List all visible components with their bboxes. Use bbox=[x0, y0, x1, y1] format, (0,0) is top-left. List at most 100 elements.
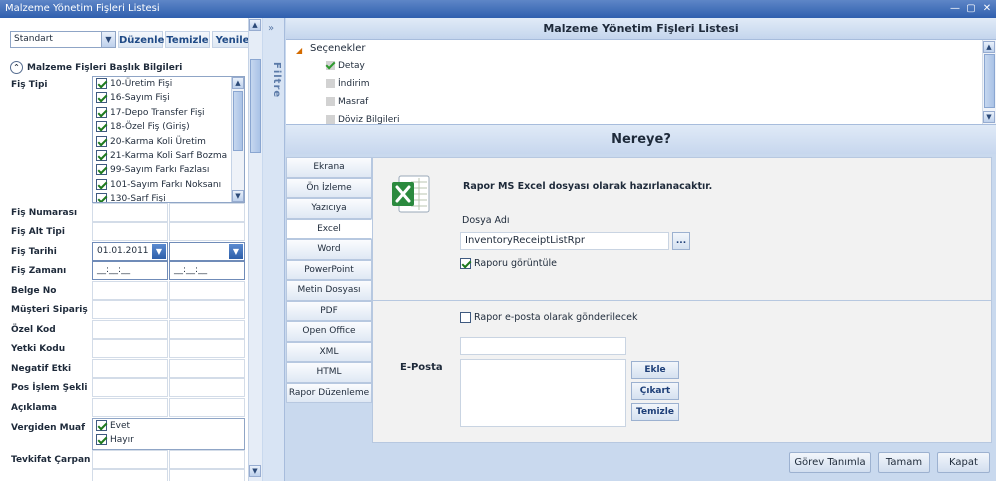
fis-tipi-list[interactable]: 10-Üretim Fişi 16-Sayım Fişi 17-Depo Trans… bbox=[92, 76, 245, 203]
checkbox-checked-icon[interactable] bbox=[96, 92, 107, 104]
list-item[interactable]: 99-Sayım Farkı Fazlası bbox=[93, 163, 244, 177]
checkbox-checked-icon[interactable] bbox=[96, 178, 107, 190]
collapse-icon[interactable]: ⌃ bbox=[10, 61, 23, 74]
scroll-thumb[interactable] bbox=[250, 59, 261, 153]
fis-tarihi-to[interactable]: ▼ bbox=[169, 242, 245, 261]
ozel-kod-from[interactable] bbox=[92, 320, 168, 339]
belge-no-from[interactable] bbox=[92, 281, 168, 300]
email-option[interactable]: Rapor e-posta olarak gönderilecek bbox=[460, 312, 637, 323]
fis-tipi-scrollbar[interactable]: ▲ ▼ bbox=[231, 77, 244, 202]
list-item[interactable]: 18-Özel Fiş (Giriş) bbox=[93, 120, 244, 134]
checkbox-unchecked-icon[interactable] bbox=[326, 79, 335, 88]
checkbox-checked-icon[interactable] bbox=[96, 164, 107, 176]
checkbox-unchecked-icon[interactable] bbox=[460, 312, 471, 323]
checkbox-checked-icon[interactable] bbox=[460, 258, 471, 269]
list-item[interactable]: 16-Sayım Fişi bbox=[93, 91, 244, 105]
tab-powerpoint[interactable]: PowerPoint bbox=[286, 259, 372, 280]
filter-collapse-strip[interactable]: » Filtre bbox=[263, 18, 285, 481]
list-item[interactable]: 21-Karma Koli Sarf Bozma bbox=[93, 149, 244, 163]
fis-numarasi-to[interactable] bbox=[169, 203, 245, 222]
tab-pdf[interactable]: PDF bbox=[286, 300, 372, 321]
musteri-siparis-no-from[interactable] bbox=[92, 300, 168, 319]
checkbox-checked-icon[interactable] bbox=[96, 420, 107, 431]
tree-scrollbar[interactable]: ▲ ▼ bbox=[982, 40, 996, 124]
scroll-up-icon[interactable]: ▲ bbox=[249, 19, 261, 31]
checkbox-checked-icon[interactable] bbox=[96, 149, 107, 161]
yetki-kodu-from[interactable] bbox=[92, 339, 168, 358]
list-item[interactable]: 130-Sarf Fişi bbox=[93, 192, 244, 202]
list-item[interactable]: 101-Sayım Farkı Noksanı bbox=[93, 178, 244, 192]
vergiden-muaf-evet[interactable]: Evet bbox=[93, 419, 244, 433]
section-header[interactable]: ⌃ Malzeme Fişleri Başlık Bilgileri bbox=[10, 61, 182, 74]
extra-field-from[interactable] bbox=[92, 469, 168, 481]
fis-tarihi-from[interactable]: 01.01.2011 ▼ bbox=[92, 242, 168, 261]
tab-word[interactable]: Word bbox=[286, 239, 372, 260]
scroll-up-icon[interactable]: ▲ bbox=[983, 41, 995, 53]
extra-field-to[interactable] bbox=[169, 469, 245, 481]
yetki-kodu-to[interactable] bbox=[169, 339, 245, 358]
tree-item[interactable]: Döviz Bilgileri bbox=[326, 114, 399, 124]
scroll-thumb[interactable] bbox=[984, 54, 995, 108]
tab-excel[interactable]: Excel bbox=[286, 218, 372, 239]
options-tree[interactable]: ◢ Seçenekler Detay İndirim Masraf Döviz Bil… bbox=[286, 40, 982, 124]
vergiden-muaf-hayir[interactable]: Hayır bbox=[93, 433, 244, 447]
tevkifat-carpan-to[interactable] bbox=[169, 450, 245, 469]
aciklama-from[interactable] bbox=[92, 398, 168, 417]
chevron-down-icon[interactable]: ▼ bbox=[229, 244, 243, 259]
filter-panel-scrollbar[interactable]: ▲ ▼ bbox=[248, 18, 262, 481]
list-item[interactable]: 10-Üretim Fişi bbox=[93, 77, 244, 91]
tab--n-i-zleme[interactable]: Ön İzleme bbox=[286, 177, 372, 198]
negatif-etki-from[interactable] bbox=[92, 359, 168, 378]
expand-triangle-icon[interactable]: ◢ bbox=[296, 46, 302, 55]
checkbox-unchecked-icon[interactable] bbox=[326, 97, 335, 106]
checkbox-checked-icon[interactable] bbox=[96, 106, 107, 118]
ozel-kod-to[interactable] bbox=[169, 320, 245, 339]
musteri-siparis-no-to[interactable] bbox=[169, 300, 245, 319]
tab-html[interactable]: HTML bbox=[286, 362, 372, 383]
browse-button[interactable]: ... bbox=[672, 232, 690, 250]
scroll-down-icon[interactable]: ▼ bbox=[983, 111, 995, 123]
pos-islem-sekli-to[interactable] bbox=[169, 378, 245, 397]
close-dialog-button[interactable]: Kapat bbox=[937, 452, 990, 473]
close-button[interactable]: ✕ bbox=[980, 2, 994, 15]
fis-alt-tipi-from[interactable] bbox=[92, 222, 168, 241]
tab-ekrana[interactable]: Ekrana bbox=[286, 157, 372, 178]
remove-email-button[interactable]: Çıkart bbox=[631, 382, 679, 400]
checkbox-unchecked-icon[interactable] bbox=[326, 115, 335, 124]
tab-open-office[interactable]: Open Office bbox=[286, 321, 372, 342]
yenile-button[interactable]: Yenile bbox=[212, 31, 253, 48]
tab-yaz-c-ya[interactable]: Yazıcıya bbox=[286, 198, 372, 219]
view-combo[interactable]: Standart ▼ bbox=[10, 31, 116, 48]
minimize-button[interactable]: — bbox=[948, 2, 962, 15]
email-input[interactable] bbox=[460, 337, 626, 355]
tab-xml[interactable]: XML bbox=[286, 341, 372, 362]
aciklama-to[interactable] bbox=[169, 398, 245, 417]
scroll-thumb[interactable] bbox=[233, 91, 243, 151]
checkbox-checked-icon[interactable] bbox=[96, 434, 107, 445]
fis-zamani-to[interactable]: __:__:__ bbox=[169, 261, 245, 280]
scroll-down-icon[interactable]: ▼ bbox=[249, 465, 261, 477]
checkbox-checked-icon[interactable] bbox=[96, 193, 107, 202]
file-name-input[interactable]: InventoryReceiptListRpr bbox=[460, 232, 669, 250]
fis-zamani-from[interactable]: __:__:__ bbox=[92, 261, 168, 280]
tree-item[interactable]: Masraf bbox=[326, 96, 368, 108]
tevkifat-carpan-from[interactable] bbox=[92, 450, 168, 469]
chevron-down-icon[interactable]: ▼ bbox=[101, 32, 115, 47]
pos-islem-sekli-from[interactable] bbox=[92, 378, 168, 397]
list-item[interactable]: 17-Depo Transfer Fişi bbox=[93, 106, 244, 120]
scroll-down-icon[interactable]: ▼ bbox=[232, 190, 244, 202]
tree-item[interactable]: Detay bbox=[326, 60, 365, 72]
maximize-button[interactable]: ▢ bbox=[964, 2, 978, 15]
email-list[interactable] bbox=[460, 359, 626, 427]
negatif-etki-to[interactable] bbox=[169, 359, 245, 378]
schedule-task-button[interactable]: Görev Tanımla bbox=[789, 452, 871, 473]
chevron-down-icon[interactable]: ▼ bbox=[152, 244, 166, 259]
duzenle-button[interactable]: Düzenle bbox=[118, 31, 164, 48]
list-item[interactable]: 20-Karma Koli Üretim bbox=[93, 135, 244, 149]
checkbox-checked-icon[interactable] bbox=[96, 121, 107, 133]
add-email-button[interactable]: Ekle bbox=[631, 361, 679, 379]
temizle-button[interactable]: Temizle bbox=[165, 31, 210, 48]
vergiden-muaf-list[interactable]: Evet Hayır bbox=[92, 418, 245, 450]
fis-alt-tipi-to[interactable] bbox=[169, 222, 245, 241]
checkbox-checked-icon[interactable] bbox=[96, 78, 107, 89]
